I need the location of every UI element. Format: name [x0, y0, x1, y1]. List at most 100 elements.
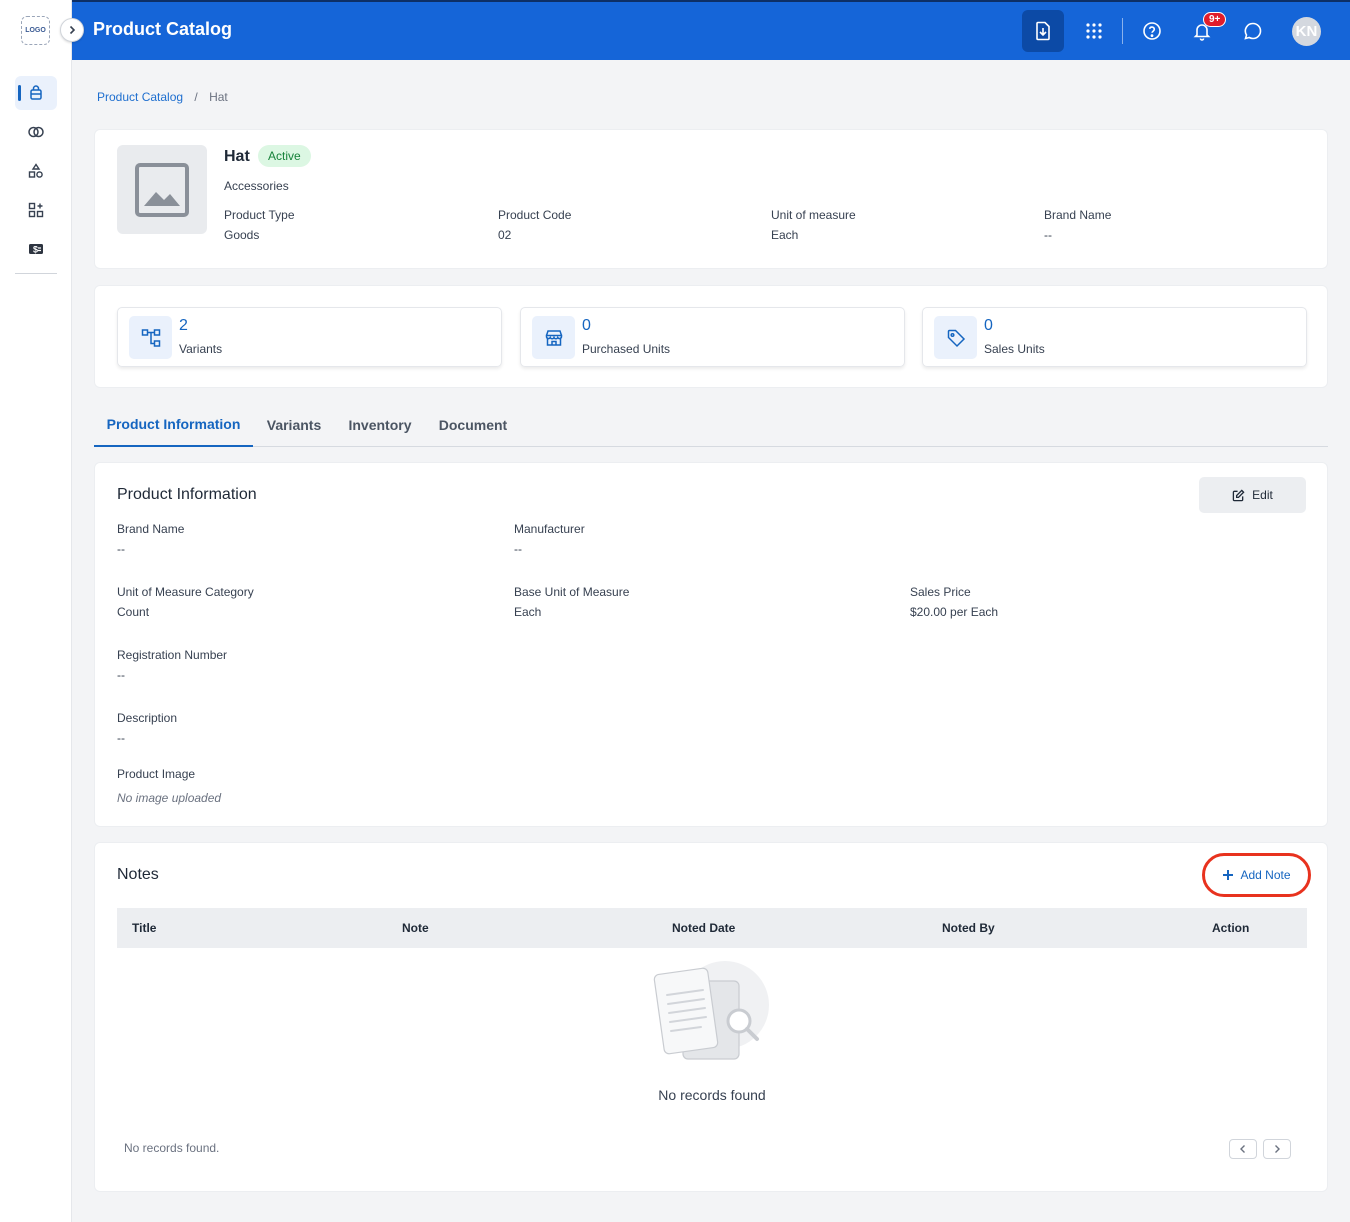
- stats-card: 2 Variants 0 Purchased Units 0 Sales Uni…: [94, 285, 1328, 388]
- breadcrumb-current: Hat: [209, 90, 228, 104]
- user-avatar[interactable]: KN: [1292, 17, 1321, 46]
- field-label: Unit of Measure Category: [117, 585, 254, 599]
- meta-label: Product Type: [224, 208, 295, 222]
- column-action: Action: [1212, 921, 1250, 935]
- tab-product-information[interactable]: Product Information: [94, 405, 253, 447]
- add-note-button[interactable]: Add Note: [1202, 853, 1311, 897]
- edit-icon: [1232, 488, 1245, 501]
- stat-purchased-units[interactable]: 0 Purchased Units: [520, 307, 905, 367]
- stat-label: Variants: [179, 342, 223, 356]
- stat-icon-wrap: [129, 316, 172, 359]
- help-button[interactable]: [1131, 10, 1173, 52]
- section-title: Product Information: [117, 486, 257, 503]
- stat-label: Purchased Units: [582, 342, 671, 356]
- sidebar-divider: [15, 273, 57, 274]
- stat-value: 0: [582, 317, 591, 334]
- header-separator: [1122, 18, 1123, 44]
- field-brand-name: Brand Name --: [117, 522, 184, 556]
- field-registration-number: Registration Number --: [117, 648, 227, 682]
- tag-icon: [947, 329, 965, 347]
- plus-icon: [1223, 870, 1234, 880]
- chat-icon: [1244, 22, 1262, 40]
- meta-label: Unit of measure: [771, 208, 856, 222]
- meta-product-code: Product Code 02: [498, 208, 571, 242]
- tab-inventory[interactable]: Inventory: [341, 405, 419, 447]
- help-icon: [1143, 22, 1161, 40]
- meta-label: Product Code: [498, 208, 572, 222]
- apps-grid-button[interactable]: [1073, 10, 1115, 52]
- empty-documents-icon: [653, 961, 769, 1060]
- product-summary-card: Hat Active Accessories Product Type Good…: [94, 129, 1328, 269]
- svg-text:$: $: [33, 245, 38, 255]
- field-sales-price: Sales Price $20.00 per Each: [910, 585, 998, 619]
- field-product-image: Product Image No image uploaded: [117, 767, 221, 805]
- field-value: --: [117, 731, 125, 745]
- product-information-card: Product Information Edit Brand Name -- M…: [94, 462, 1328, 827]
- field-value: $20.00 per Each: [910, 605, 999, 619]
- breadcrumb-link-product-catalog[interactable]: Product Catalog: [97, 90, 183, 104]
- field-label: Registration Number: [117, 648, 228, 662]
- download-button[interactable]: [1022, 10, 1064, 52]
- meta-unit-of-measure: Unit of measure Each: [771, 208, 856, 242]
- meta-value: --: [1044, 228, 1052, 242]
- pagination-prev-button[interactable]: [1229, 1139, 1257, 1159]
- image-placeholder-icon: [135, 162, 189, 217]
- sidebar-toggle-button[interactable]: [60, 18, 84, 42]
- meta-product-type: Product Type Goods: [224, 208, 295, 242]
- side-nav: $: [15, 76, 57, 271]
- circles-icon: [28, 126, 44, 138]
- notes-card: Notes Add Note Title Note Noted Date Not…: [94, 842, 1328, 1192]
- stat-value: 0: [984, 317, 993, 334]
- field-value: No image uploaded: [117, 791, 222, 805]
- column-title: Title: [132, 921, 157, 935]
- field-label: Base Unit of Measure: [514, 585, 630, 599]
- logo: LOGO: [21, 16, 50, 45]
- stat-variants[interactable]: 2 Variants: [117, 307, 502, 367]
- pagination-next-button[interactable]: [1263, 1139, 1291, 1159]
- sidebar-item-money[interactable]: $: [15, 232, 57, 266]
- stat-icon-wrap: [532, 316, 575, 359]
- sidebar-item-apps[interactable]: [15, 193, 57, 227]
- stat-sales-units[interactable]: 0 Sales Units: [922, 307, 1307, 367]
- add-note-label: Add Note: [1240, 868, 1291, 882]
- grid-dots-icon: [1086, 23, 1102, 39]
- notes-table-header: Title Note Noted Date Noted By Action: [117, 908, 1307, 948]
- tab-variants[interactable]: Variants: [257, 405, 331, 447]
- meta-label: Brand Name: [1044, 208, 1112, 222]
- field-base-uom: Base Unit of Measure Each: [514, 585, 629, 619]
- column-noted-date: Noted Date: [672, 921, 736, 935]
- store-icon: [545, 329, 562, 346]
- field-value: --: [514, 542, 522, 556]
- sidebar: LOGO $: [0, 0, 72, 1222]
- page-title: Product Catalog: [93, 19, 233, 39]
- chevron-right-icon: [69, 25, 76, 35]
- field-label: Brand Name: [117, 522, 185, 536]
- chat-button[interactable]: [1232, 10, 1274, 52]
- sidebar-item-shapes[interactable]: [15, 154, 57, 188]
- field-value: --: [117, 542, 125, 556]
- stat-label: Sales Units: [984, 342, 1045, 356]
- field-manufacturer: Manufacturer --: [514, 522, 585, 556]
- apps-icon: [28, 202, 44, 218]
- money-icon: $: [29, 244, 43, 255]
- catalog-icon: [30, 85, 42, 100]
- sidebar-item-circles[interactable]: [15, 115, 57, 149]
- stat-value: 2: [179, 317, 188, 334]
- field-label: Manufacturer: [514, 522, 585, 536]
- tab-document[interactable]: Document: [429, 405, 517, 447]
- chevron-left-icon: [1240, 1145, 1245, 1153]
- product-name: Hat: [224, 148, 250, 165]
- meta-value: Goods: [224, 228, 260, 242]
- product-category: Accessories: [224, 179, 289, 193]
- field-description: Description --: [117, 711, 177, 745]
- sidebar-item-catalog[interactable]: [15, 76, 57, 110]
- field-value: Each: [514, 605, 542, 619]
- column-noted-by: Noted By: [942, 921, 995, 935]
- download-file-icon: [1036, 21, 1050, 41]
- edit-button[interactable]: Edit: [1199, 477, 1306, 513]
- chevron-right-icon: [1275, 1145, 1280, 1153]
- table-footer-text: No records found.: [124, 1141, 220, 1155]
- breadcrumb-separator: /: [194, 90, 198, 104]
- stat-icon-wrap: [934, 316, 977, 359]
- meta-brand-name: Brand Name --: [1044, 208, 1111, 242]
